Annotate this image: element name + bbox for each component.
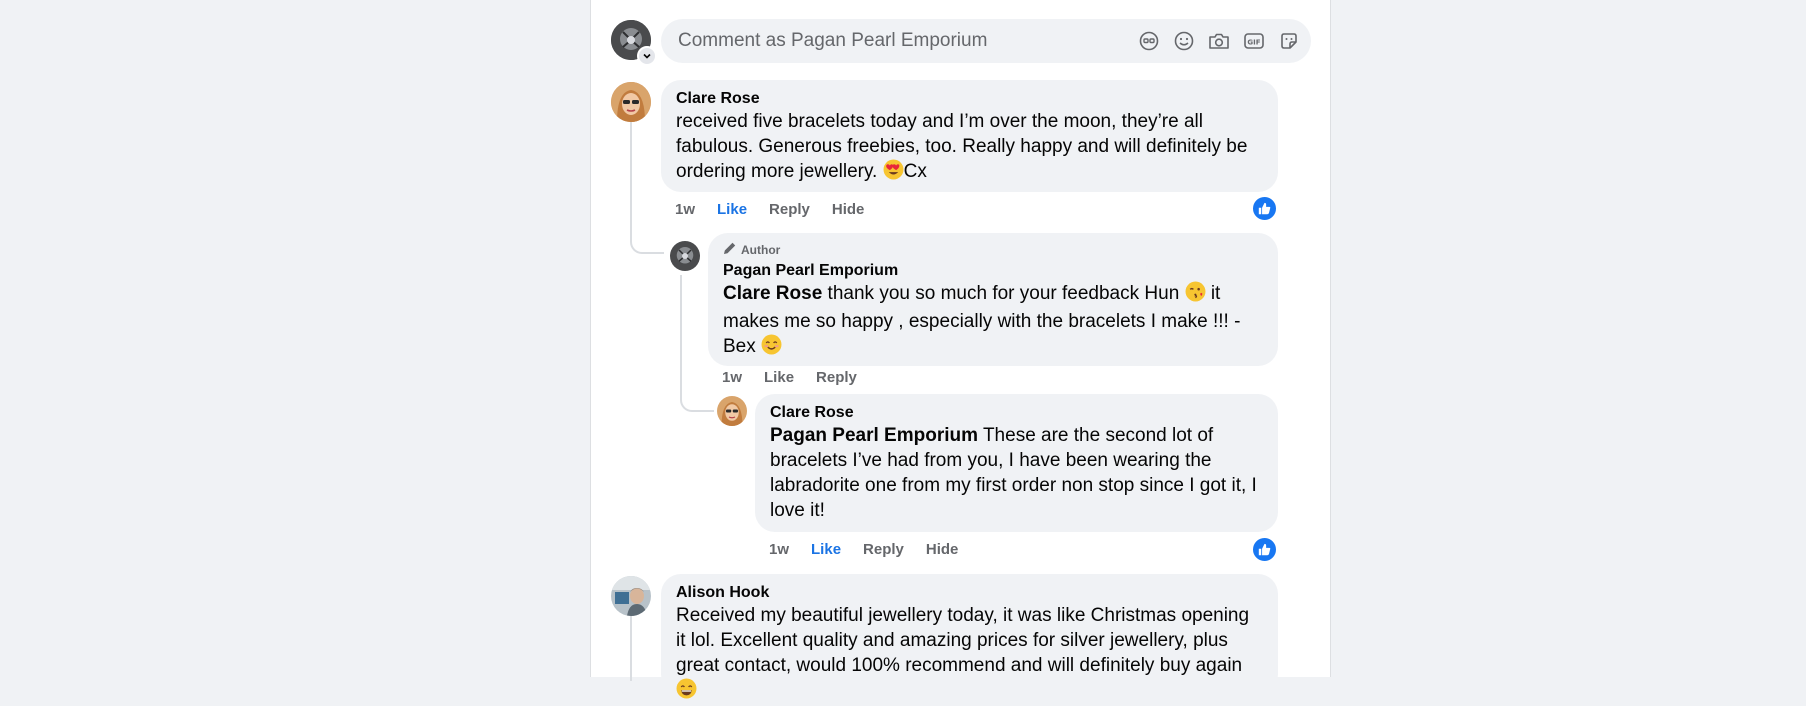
grinning-emoji-icon — [676, 678, 697, 706]
composer-toolbar: GIF — [1137, 29, 1301, 53]
comment-composer[interactable]: GIF — [661, 19, 1311, 63]
reply-button[interactable]: Reply — [863, 540, 904, 560]
author-badge: Author — [723, 241, 1263, 259]
comment-author[interactable]: Clare Rose — [770, 403, 1263, 423]
like-reaction-icon[interactable] — [1251, 536, 1278, 563]
comment-actions: 1w Like Reply Hide — [769, 540, 980, 560]
heart-eyes-emoji-icon — [883, 159, 904, 187]
avatar[interactable] — [611, 82, 651, 122]
like-button[interactable]: Like — [717, 200, 747, 220]
thread-line — [630, 611, 632, 681]
comment-text: received five bracelets today and I’m ov… — [676, 109, 1263, 187]
like-button[interactable]: Like — [764, 368, 794, 388]
emoji-icon[interactable] — [1172, 29, 1196, 53]
comments-column: GIF Clare Rose received five bracelets t… — [590, 0, 1331, 699]
mention-link[interactable]: Clare Rose — [723, 283, 822, 304]
comment-timestamp[interactable]: 1w — [722, 368, 742, 388]
avatar[interactable] — [670, 241, 700, 271]
comment-text: Pagan Pearl Emporium These are the secon… — [770, 425, 1257, 521]
avatar-frame-icon[interactable] — [1137, 29, 1161, 53]
comment-bubble: Clare Rose received five bracelets today… — [661, 80, 1278, 192]
comment-author[interactable]: Clare Rose — [676, 89, 1263, 109]
comment-actions: 1w Like Reply — [722, 368, 879, 388]
kissing-wink-emoji-icon — [1185, 281, 1206, 309]
comment-input[interactable] — [676, 29, 1120, 53]
hide-button[interactable]: Hide — [832, 200, 865, 220]
like-reaction-icon[interactable] — [1251, 195, 1278, 222]
comment-timestamp[interactable]: 1w — [675, 200, 695, 220]
comment-bubble: Clare Rose Pagan Pearl Emporium These ar… — [755, 394, 1278, 532]
comment-author[interactable]: Alison Hook — [676, 583, 1263, 603]
comment-text: Received my beautiful jewellery today, i… — [676, 603, 1263, 706]
camera-icon[interactable] — [1207, 29, 1231, 53]
comment-author[interactable]: Pagan Pearl Emporium — [723, 261, 1263, 281]
thread-line — [630, 122, 664, 254]
smiling-emoji-icon — [761, 334, 782, 362]
comment-actions: 1w Like Reply Hide — [675, 200, 886, 220]
like-button[interactable]: Like — [811, 540, 841, 560]
gif-icon[interactable]: GIF — [1242, 29, 1266, 53]
mention-link[interactable]: Pagan Pearl Emporium — [770, 425, 978, 446]
comment-timestamp[interactable]: 1w — [769, 540, 789, 560]
pencil-icon — [723, 241, 737, 259]
sticker-icon[interactable] — [1277, 29, 1301, 53]
comment-bubble: Author Pagan Pearl Emporium Clare Rose t… — [708, 233, 1278, 366]
comment-text: Clare Rose thank you so much for your fe… — [723, 281, 1263, 362]
reply-button[interactable]: Reply — [769, 200, 810, 220]
avatar[interactable] — [611, 576, 651, 616]
svg-text:GIF: GIF — [1247, 39, 1260, 47]
avatar[interactable] — [717, 396, 747, 426]
profile-switch-chevron-icon[interactable] — [637, 46, 657, 66]
comment-bubble: Alison Hook Received my beautiful jewell… — [661, 574, 1278, 699]
hide-button[interactable]: Hide — [926, 540, 959, 560]
reply-button[interactable]: Reply — [816, 368, 857, 388]
